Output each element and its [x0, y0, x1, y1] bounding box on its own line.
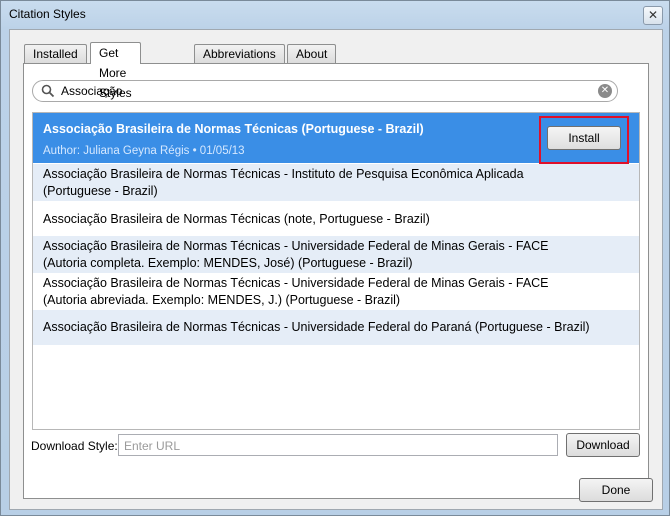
styles-list[interactable]: Associação Brasileira de Normas Técnicas…	[32, 112, 640, 430]
tab-abbreviations[interactable]: Abbreviations	[194, 44, 285, 63]
citation-styles-window: Citation Styles ✕ Installed Get More Sty…	[0, 0, 670, 516]
list-item[interactable]: Associação Brasileira de Normas Técnicas…	[33, 201, 639, 236]
dialog-body: Installed Get More Styles Abbreviations …	[9, 29, 663, 510]
list-item-line: (Autoria abreviada. Exemplo: MENDES, J.)…	[43, 293, 401, 307]
done-button[interactable]: Done	[579, 478, 653, 502]
install-highlight: Install	[539, 116, 629, 164]
title-bar[interactable]: Citation Styles ✕	[1, 1, 669, 29]
download-url-input[interactable]	[122, 436, 556, 456]
list-item[interactable]: Associação Brasileira de Normas Técnicas…	[33, 164, 639, 201]
list-item-line: (Autoria completa. Exemplo: MENDES, José…	[43, 256, 413, 270]
tab-about[interactable]: About	[287, 44, 337, 63]
install-button[interactable]: Install	[547, 126, 621, 150]
search-icon	[41, 84, 55, 98]
list-item-line: Associação Brasileira de Normas Técnicas…	[43, 212, 430, 226]
tab-get-more-styles[interactable]: Get More Styles	[90, 42, 141, 100]
list-item-line: (Portuguese - Brazil)	[43, 184, 158, 198]
style-name: Associação Brasileira de Normas Técnicas…	[43, 122, 424, 136]
list-item-line: Associação Brasileira de Normas Técnicas…	[43, 276, 549, 290]
download-button[interactable]: Download	[566, 433, 640, 457]
list-item-line: Associação Brasileira de Normas Técnicas…	[43, 320, 590, 334]
clear-icon[interactable]: ✕	[598, 84, 612, 98]
list-item[interactable]: Associação Brasileira de Normas Técnicas…	[33, 310, 639, 345]
window-title: Citation Styles	[9, 7, 86, 21]
style-meta: Author: Juliana Geyna Régis • 01/05/13	[43, 145, 245, 157]
download-url-field[interactable]	[118, 434, 558, 456]
list-item-selected[interactable]: Associação Brasileira de Normas Técnicas…	[33, 113, 639, 164]
tab-installed[interactable]: Installed	[24, 44, 87, 63]
list-item-line: Associação Brasileira de Normas Técnicas…	[43, 239, 549, 253]
download-style-label: Download Style:	[31, 439, 118, 453]
close-button[interactable]: ✕	[643, 6, 663, 25]
list-item[interactable]: Associação Brasileira de Normas Técnicas…	[33, 236, 639, 273]
close-icon: ✕	[647, 8, 659, 22]
list-item[interactable]: Associação Brasileira de Normas Técnicas…	[33, 273, 639, 310]
list-item-line: Associação Brasileira de Normas Técnicas…	[43, 167, 524, 181]
